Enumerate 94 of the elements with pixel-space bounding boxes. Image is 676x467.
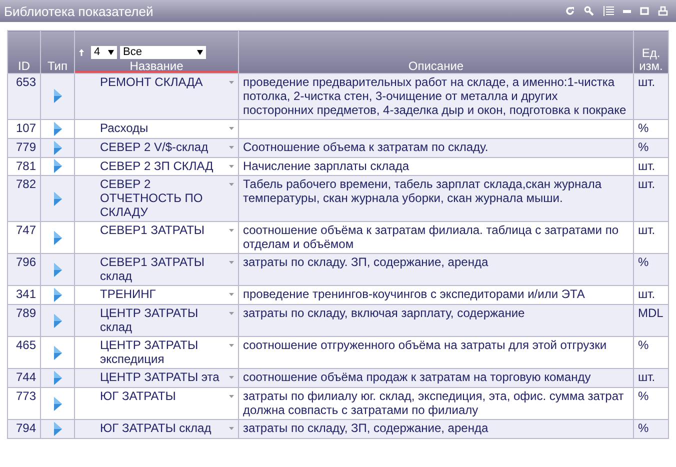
name-cell: РЕМОНТ СКЛАДА (100, 75, 203, 89)
play-icon[interactable] (53, 89, 62, 104)
name-cell: Расходы (100, 121, 148, 135)
description-cell: затраты по складу, включая зарплату, содержание (243, 306, 525, 320)
name-cell: ЦЕНТР ЗАТРАТЫ эта (100, 370, 220, 384)
id-cell: 782 (8, 176, 40, 222)
caret-icon[interactable] (229, 261, 234, 264)
column-header[interactable]: Описание (238, 30, 634, 74)
list-icon[interactable] (603, 6, 614, 16)
unit-cell: MDL (634, 304, 668, 337)
count-select[interactable]: 4 (91, 46, 117, 59)
unit-cell: % (634, 336, 668, 369)
name-cell-text: ЦЕНТР ЗАТРАТЫ экспедиция (100, 338, 200, 366)
id-cell: 794 (8, 420, 40, 438)
unit-cell: шт. (634, 222, 668, 254)
description-cell: проведение предварительных работ на складе, а именно:1-чистка потолка, 2-чистка стен, 3-очищение от металла и других посторонних предметов, 4-заделка дыр и окон, подготовка к покраке (243, 75, 626, 117)
unit-cell: % (634, 420, 668, 438)
play-icon[interactable] (53, 122, 62, 136)
id-cell: 781 (8, 157, 40, 176)
unit-cell: шт. (634, 157, 668, 176)
unit-cell: % (634, 388, 668, 420)
name-cell: СЕВЕР1 ЗАТРАТЫ (100, 223, 205, 238)
caret-icon[interactable] (229, 344, 234, 348)
description-cell: затраты по складу, ЗП, содержание, аренда (243, 421, 488, 436)
name-cell-text: ЦЕНТР ЗАТРАТЫ склад (100, 306, 200, 334)
unit-cell: шт. (634, 74, 668, 120)
description-cell: Соотношение объема к затратам по складу. (243, 140, 488, 154)
caret-icon[interactable] (229, 293, 234, 296)
play-icon[interactable] (53, 396, 62, 411)
description-cell: соотношение объёма продаж к затратам на торговую команду (243, 370, 591, 384)
name-cell-text: СЕВЕР 2 ОТЧЕТНОСТЬ ПО СКЛАДУ (100, 177, 204, 220)
caret-icon[interactable] (229, 395, 234, 398)
dropdown-icon (197, 50, 203, 55)
unit-cell: шт. (634, 176, 668, 222)
play-icon[interactable] (53, 262, 62, 277)
id-cell: 744 (8, 368, 40, 388)
id-cell: 789 (8, 304, 40, 337)
search-icon[interactable] (584, 6, 594, 16)
group-select[interactable]: Все (120, 46, 206, 59)
caret-icon[interactable] (229, 81, 234, 84)
caret-icon[interactable] (229, 146, 234, 149)
play-icon[interactable] (53, 314, 62, 328)
name-cell: СЕВЕР 2 ЗП СКЛАД (100, 158, 214, 173)
id-cell: 341 (8, 286, 40, 305)
description-cell: затраты по филиалу юг. склад, экспедиция, эта, офис. сумма затрат должна совпасть с затратами по филиалу (243, 389, 624, 418)
window-title: Библиотека показателей (4, 4, 154, 18)
column-header[interactable]: Ед. изм. (634, 30, 668, 74)
id-cell: 465 (8, 336, 40, 369)
dropdown-icon (108, 50, 114, 55)
unit-cell: шт. (634, 286, 668, 305)
id-cell: 796 (8, 254, 40, 286)
name-cell: ЮГ ЗАТРАТЫ склад (100, 421, 212, 436)
description-cell: Начисление зарплаты склада (243, 158, 409, 173)
refresh-icon[interactable] (565, 6, 575, 16)
play-icon[interactable] (53, 288, 62, 302)
name-cell: ЮГ ЗАТРАТЫ (100, 389, 176, 404)
description-cell: соотношение объёма к затратам филиала. таблица с затратами по отделам и объёмом (243, 223, 619, 252)
unit-cell: % (634, 120, 668, 138)
description-cell: соотношение отгруженного объёма на затраты для этой отгрузки (243, 338, 607, 352)
unit-cell: % (634, 254, 668, 286)
play-icon[interactable] (53, 371, 62, 386)
name-cell: СЕВЕР 2 V/$-склад (100, 140, 208, 154)
id-cell: 107 (8, 120, 40, 138)
name-cell-text: СЕВЕР1 ЗАТРАТЫ склад (100, 255, 206, 284)
caret-icon[interactable] (229, 229, 234, 232)
play-icon[interactable] (53, 140, 62, 155)
caret-icon[interactable] (229, 164, 234, 168)
play-icon[interactable] (53, 346, 62, 360)
minimize-icon[interactable] (623, 10, 631, 12)
maximize-icon[interactable] (640, 7, 649, 15)
column-header[interactable]: ID (8, 30, 40, 74)
description-cell: Табель рабочего времени, табель зарплат склада,скан журнала температуры, скан журнала уборки, скан журнала мыши. (243, 177, 602, 206)
column-header[interactable]: Тип (40, 30, 74, 74)
unit-cell: % (634, 138, 668, 158)
name-cell: ТРЕНИНГ (100, 287, 156, 302)
caret-icon[interactable] (229, 376, 234, 380)
play-icon[interactable] (53, 422, 62, 436)
id-cell: 747 (8, 222, 40, 254)
column-header[interactable]: 4 Все Название (74, 30, 238, 74)
id-cell: 773 (8, 388, 40, 420)
play-icon[interactable] (53, 159, 62, 174)
caret-icon[interactable] (229, 183, 234, 186)
id-cell: 653 (8, 74, 40, 120)
play-icon[interactable] (53, 230, 62, 245)
sort-arrow-icon (79, 49, 84, 56)
print-icon[interactable] (658, 6, 668, 16)
description-cell: проведение тренингов-коучингов с экспедиторами и/или ЭТА (243, 287, 585, 302)
caret-icon[interactable] (229, 127, 234, 130)
unit-cell: шт. (634, 368, 668, 388)
id-cell: 779 (8, 138, 40, 158)
caret-icon[interactable] (229, 427, 234, 430)
caret-icon[interactable] (229, 312, 234, 316)
play-icon[interactable] (53, 192, 62, 206)
description-cell: затраты по складу. ЗП, содержание, аренда (243, 255, 488, 270)
